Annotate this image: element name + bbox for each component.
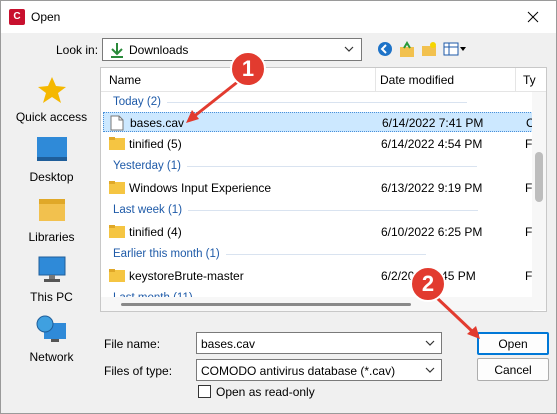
window-title: Open xyxy=(31,10,61,24)
file-row-keystorebrute-master[interactable]: keystoreBrute-master 6/2/2022 3:45 PM Fi… xyxy=(103,266,538,286)
open-button[interactable]: Open xyxy=(477,332,549,355)
comodo-logo-icon: C xyxy=(9,9,25,25)
file-name: tinified (4) xyxy=(129,225,182,239)
file-row-tinified-4[interactable]: tinified (4) 6/10/2022 6:25 PM Fil xyxy=(103,222,538,242)
place-label: Libraries xyxy=(28,230,75,244)
star-icon xyxy=(35,73,69,107)
column-header: Name Date modified Ty xyxy=(101,68,546,92)
open-dialog: C Open Look in: Downloads Quick access D… xyxy=(0,0,557,414)
place-network[interactable]: Network xyxy=(8,313,95,369)
file-date: 6/10/2022 6:25 PM xyxy=(381,225,483,239)
new-folder-icon[interactable] xyxy=(420,40,438,58)
chevron-down-icon xyxy=(344,46,354,52)
column-divider[interactable] xyxy=(375,68,376,92)
file-type-select[interactable]: COMODO antivirus database (*.cav) xyxy=(196,359,442,381)
places-bar: Quick access Desktop Libraries This PC N… xyxy=(8,67,95,372)
place-label: Network xyxy=(29,350,74,364)
libraries-icon xyxy=(35,193,69,227)
file-name-label: File name: xyxy=(104,337,161,351)
horizontal-scrollbar[interactable] xyxy=(101,297,533,311)
group-header-today[interactable]: Today (2) xyxy=(113,96,467,108)
place-this-pc[interactable]: This PC xyxy=(8,253,95,309)
column-type[interactable]: Ty xyxy=(523,73,536,87)
chevron-down-icon[interactable] xyxy=(424,337,436,349)
place-label: This PC xyxy=(30,290,73,304)
look-in-combo[interactable]: Downloads xyxy=(102,38,362,61)
folder-icon xyxy=(109,137,125,150)
file-row-tinified-5[interactable]: tinified (5) 6/14/2022 4:54 PM Fil xyxy=(103,134,538,154)
column-divider[interactable] xyxy=(515,68,516,92)
scroll-thumb[interactable] xyxy=(535,152,543,202)
file-type-value: COMODO antivirus database (*.cav) xyxy=(201,364,396,378)
file-name: Windows Input Experience xyxy=(129,181,272,195)
folder-icon xyxy=(109,181,125,194)
file-name: bases.cav xyxy=(130,116,185,130)
vertical-scrollbar[interactable] xyxy=(532,92,546,310)
download-arrow-icon xyxy=(111,42,123,58)
callout-1: 1 xyxy=(230,51,266,87)
title-bar: C Open xyxy=(1,1,556,33)
place-desktop[interactable]: Desktop xyxy=(8,133,95,189)
callout-2: 2 xyxy=(410,266,446,302)
file-date: 6/13/2022 9:19 PM xyxy=(381,181,483,195)
scroll-thumb[interactable] xyxy=(121,303,411,306)
file-row-windows-input-experience[interactable]: Windows Input Experience 6/13/2022 9:19 … xyxy=(103,178,538,198)
cancel-button[interactable]: Cancel xyxy=(477,358,549,381)
desktop-icon xyxy=(35,133,69,167)
file-row-bases-cav[interactable]: bases.cav 6/14/2022 7:41 PM CA xyxy=(103,112,543,132)
place-libraries[interactable]: Libraries xyxy=(8,193,95,249)
file-date: 6/14/2022 7:41 PM xyxy=(382,116,484,130)
place-label: Quick access xyxy=(15,110,88,124)
read-only-checkbox[interactable] xyxy=(198,385,211,398)
file-name-value: bases.cav xyxy=(201,337,256,351)
file-name: tinified (5) xyxy=(129,137,182,151)
group-header-last-week[interactable]: Last week (1) xyxy=(113,204,479,216)
network-icon xyxy=(35,313,69,347)
group-header-earlier-this-month[interactable]: Earlier this month (1) xyxy=(113,248,426,260)
pc-icon xyxy=(35,253,69,287)
toolbar xyxy=(376,40,468,58)
chevron-down-icon xyxy=(425,367,435,373)
file-list[interactable]: Name Date modified Ty Today (2) bases.ca… xyxy=(100,67,547,312)
close-button[interactable] xyxy=(510,1,556,33)
place-label: Desktop xyxy=(29,170,74,184)
file-name: keystoreBrute-master xyxy=(129,269,244,283)
folder-icon xyxy=(109,269,125,282)
folder-icon xyxy=(109,225,125,238)
read-only-label: Open as read-only xyxy=(216,385,315,399)
look-in-label: Look in: xyxy=(56,43,99,57)
file-type-label: Files of type: xyxy=(104,364,173,378)
column-name[interactable]: Name xyxy=(109,73,141,87)
group-header-yesterday[interactable]: Yesterday (1) xyxy=(113,160,477,172)
column-date[interactable]: Date modified xyxy=(380,73,454,87)
place-quick-access[interactable]: Quick access xyxy=(8,73,95,129)
close-icon xyxy=(527,11,539,23)
file-name-input[interactable]: bases.cav xyxy=(196,332,442,354)
view-menu-icon[interactable] xyxy=(442,40,468,58)
back-icon[interactable] xyxy=(376,40,394,58)
look-in-value: Downloads xyxy=(129,42,189,57)
file-icon xyxy=(110,115,124,131)
up-folder-icon[interactable] xyxy=(398,40,416,58)
file-date: 6/14/2022 4:54 PM xyxy=(381,137,483,151)
